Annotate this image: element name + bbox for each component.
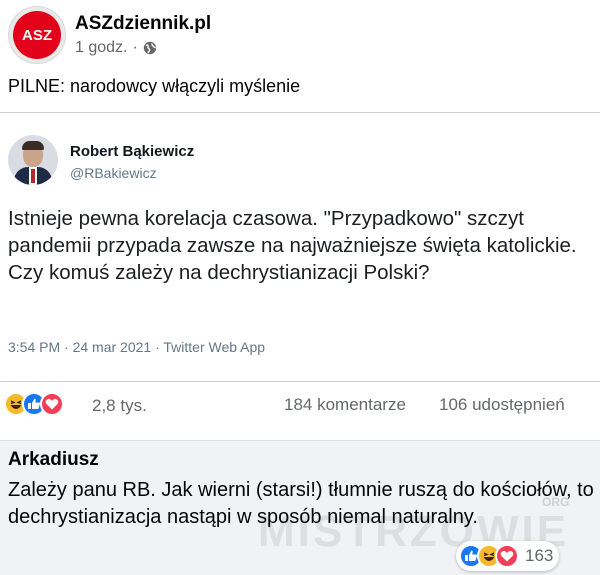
- comment-bubble: MISTRZOWIE ORG Arkadiusz Zależy panu RB.…: [0, 440, 600, 575]
- post-time-link[interactable]: 1 godz.: [75, 39, 127, 57]
- tweet-author-handle: @RBakiewicz: [70, 165, 157, 181]
- post-header-text: ASZdziennik.pl 1 godz. ·: [75, 13, 211, 57]
- tweet-body-line: Czy komuś zależy na dechrystianizacji Po…: [8, 261, 430, 284]
- comment-reaction-count: 163: [525, 546, 554, 565]
- page-logo: ASZ: [13, 11, 61, 59]
- tweet-body-line: Istnieje pewna korelacja czasowa. "Przyp…: [8, 207, 577, 257]
- post-text: PILNE: narodowcy włączyli myślenie: [8, 76, 301, 96]
- tweet-card[interactable]: Robert Bąkiewicz @RBakiewicz Istnieje pe…: [0, 112, 600, 382]
- love-reaction-icon: [495, 544, 519, 568]
- reactions-summary[interactable]: [4, 392, 64, 416]
- post-header: ASZ ASZdziennik.pl 1 godz. ·: [8, 4, 211, 66]
- page-avatar[interactable]: ASZ: [8, 6, 66, 64]
- engagement-bar: 2,8 tys. 184 komentarze 106 udostępnień: [0, 384, 600, 426]
- shares-count-link[interactable]: 106 udostępnień: [439, 395, 565, 415]
- reaction-count[interactable]: 2,8 tys.: [92, 396, 147, 416]
- tweet-body: Istnieje pewna korelacja czasowa. "Przyp…: [8, 205, 598, 286]
- comment-reactions[interactable]: 163: [456, 541, 560, 571]
- post-meta: 1 godz. ·: [75, 39, 211, 57]
- meta-separator: ·: [132, 39, 138, 56]
- love-reaction-icon: [40, 392, 64, 416]
- tweet-author-avatar: [8, 135, 58, 185]
- tweet-meta: 3:54 PM · 24 mar 2021 · Twitter Web App: [8, 339, 266, 355]
- globe-icon: [143, 41, 157, 55]
- tweet-author-name: Robert Bąkiewicz: [70, 143, 195, 160]
- comment-author-link[interactable]: Arkadiusz: [8, 449, 99, 471]
- comments-count-link[interactable]: 184 komentarze: [284, 395, 406, 415]
- comment-text: Zależy panu RB. Jak wierni (starsi!) tłu…: [8, 479, 594, 528]
- page-name-link[interactable]: ASZdziennik.pl: [75, 13, 211, 35]
